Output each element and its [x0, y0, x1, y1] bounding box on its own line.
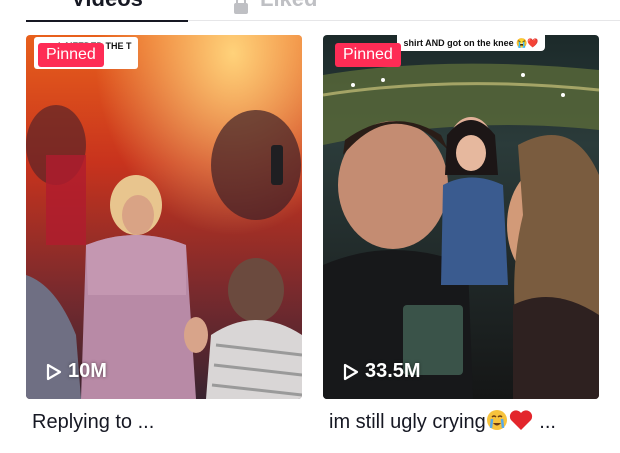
play-icon	[46, 363, 62, 381]
video-description[interactable]: im still ugly crying ...	[329, 408, 556, 439]
view-count: 33.5M	[343, 360, 421, 383]
tab-liked[interactable]: Liked	[232, 0, 317, 14]
pinned-badge: Pinned	[335, 43, 401, 67]
crying-emoji	[486, 409, 508, 439]
description-ellipsis: ...	[539, 411, 556, 433]
video-description[interactable]: Replying to ...	[32, 408, 154, 436]
lock-icon	[232, 0, 250, 14]
profile-video-grid: Videos Liked	[0, 0, 620, 453]
view-count: 10M	[46, 360, 107, 383]
video-card[interactable]: LAIFEDED THE T Pinned 10M	[26, 35, 302, 399]
view-count-value: 33.5M	[365, 360, 421, 382]
tab-videos-label: Videos	[71, 0, 143, 11]
video-thumbnail	[323, 35, 599, 399]
active-tab-underline	[26, 20, 188, 22]
tab-liked-label: Liked	[260, 0, 317, 12]
pinned-badge: Pinned	[38, 43, 104, 67]
tab-videos[interactable]: Videos	[26, 0, 188, 22]
heart-emoji	[508, 409, 534, 439]
profile-tabs: Videos Liked	[0, 0, 620, 24]
overlay-caption: shirt AND got on the knee 😭❤️	[397, 35, 545, 51]
view-count-value: 10M	[68, 360, 107, 382]
video-card[interactable]: shirt AND got on the knee 😭❤️ Pinned 33.…	[323, 35, 599, 399]
video-description-text: im still ugly crying	[329, 411, 486, 433]
video-thumbnail	[26, 35, 302, 399]
tab-divider	[188, 20, 620, 21]
play-icon	[343, 363, 359, 381]
